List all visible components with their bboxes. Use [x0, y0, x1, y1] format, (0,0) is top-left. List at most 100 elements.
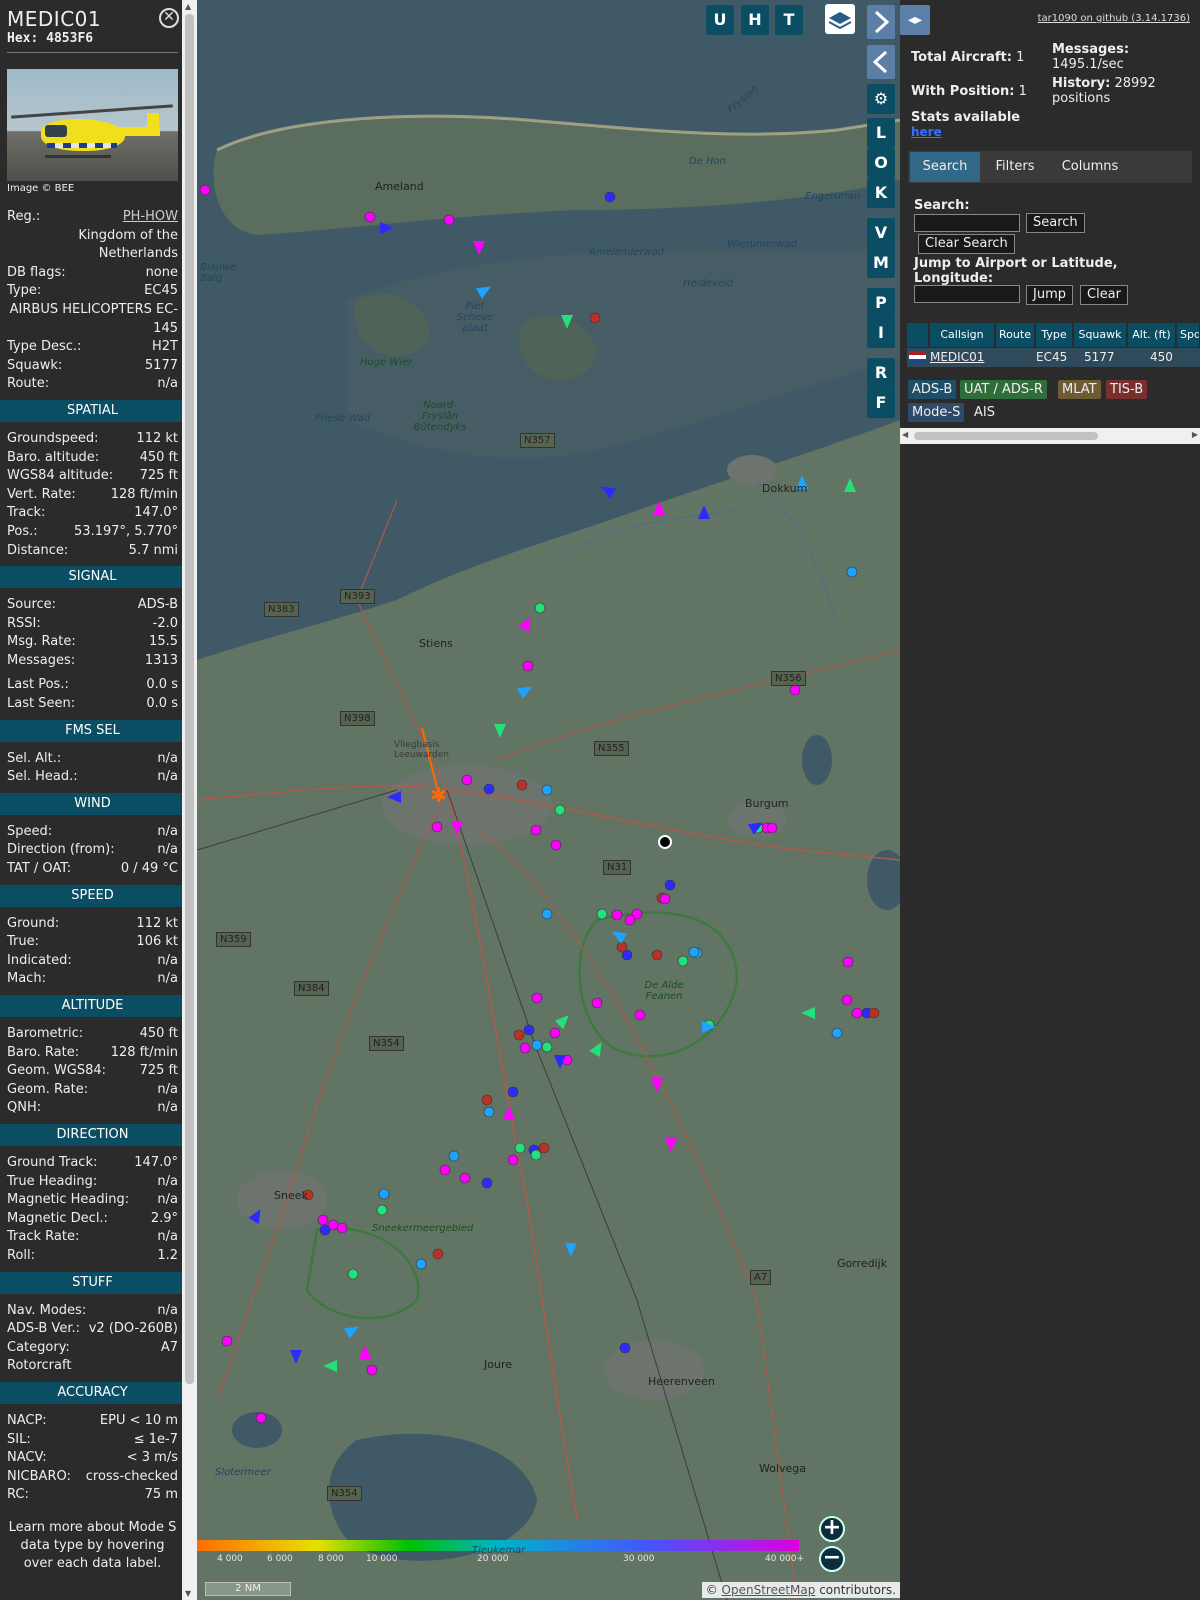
aircraft-direction-marker[interactable] — [665, 1138, 677, 1152]
aircraft-direction-marker[interactable] — [598, 481, 617, 499]
toggle-r-button[interactable]: R — [867, 358, 895, 388]
aircraft-direction-marker[interactable] — [565, 1243, 577, 1257]
row-callsign[interactable]: MEDIC01 — [930, 349, 984, 366]
tab-filters[interactable]: Filters — [984, 152, 1046, 182]
aircraft-history-marker[interactable] — [611, 909, 623, 921]
aircraft-history-marker[interactable] — [347, 1268, 359, 1280]
field-label[interactable]: Nav. Modes: — [7, 1302, 86, 1321]
aircraft-history-marker[interactable] — [459, 1172, 471, 1184]
field-label[interactable]: Track Rate: — [7, 1228, 79, 1247]
field-label[interactable]: Barometric: — [7, 1025, 83, 1044]
source-badge-tis-b[interactable]: TIS-B — [1106, 380, 1148, 399]
aircraft-history-marker[interactable] — [766, 822, 778, 834]
table-scrollbar-thumb[interactable] — [914, 432, 1098, 440]
aircraft-history-marker[interactable] — [541, 784, 553, 796]
aircraft-history-marker[interactable] — [831, 1027, 843, 1039]
field-label[interactable]: Roll: — [7, 1247, 35, 1266]
field-label[interactable]: Geom. Rate: — [7, 1081, 88, 1100]
expand-right-icon[interactable] — [867, 5, 895, 39]
aircraft-history-marker[interactable] — [376, 1204, 388, 1216]
aircraft-history-marker[interactable] — [432, 1248, 444, 1260]
table-horizontal-scrollbar[interactable]: ◀ ▶ — [900, 428, 1200, 444]
aircraft-history-marker[interactable] — [659, 893, 671, 905]
toggle-k-button[interactable]: K — [867, 178, 895, 208]
aircraft-history-marker[interactable] — [513, 1029, 525, 1041]
field-label[interactable]: True Heading: — [7, 1173, 97, 1192]
field-label[interactable]: Track: — [7, 504, 45, 523]
aircraft-history-marker[interactable] — [483, 783, 495, 795]
field-label[interactable]: Last Pos.: — [7, 676, 69, 695]
field-label[interactable]: QNH: — [7, 1099, 41, 1118]
aircraft-history-marker[interactable] — [523, 1024, 535, 1036]
field-label[interactable]: Baro. altitude: — [7, 449, 99, 468]
settings-gear-icon[interactable]: ⚙ — [867, 84, 895, 114]
field-label[interactable]: Source: — [7, 596, 56, 615]
sidebar-scrollbar-thumb[interactable] — [185, 14, 194, 1384]
toggle-sidebar-width-icon[interactable]: ◂▸ — [900, 5, 930, 35]
source-badge-mlat[interactable]: MLAT — [1058, 380, 1101, 399]
sidebar-scrollbar[interactable]: ▲ ▼ — [182, 0, 197, 1600]
table-header-altitude[interactable]: Alt. (ft) — [1128, 323, 1176, 347]
aircraft-history-marker[interactable] — [841, 994, 853, 1006]
field-label[interactable]: Pos.: — [7, 523, 38, 542]
aircraft-history-marker[interactable] — [531, 992, 543, 1004]
aircraft-history-marker[interactable] — [481, 1177, 493, 1189]
aircraft-history-marker[interactable] — [554, 804, 566, 816]
aircraft-direction-marker[interactable] — [359, 1345, 371, 1359]
field-label[interactable]: Magnetic Heading: — [7, 1191, 129, 1210]
toggle-h-button[interactable]: H — [741, 5, 769, 35]
toggle-l-button[interactable]: L — [867, 118, 895, 148]
aircraft-direction-marker[interactable] — [475, 281, 494, 299]
aircraft-direction-marker[interactable] — [653, 501, 665, 515]
field-label[interactable]: Groundspeed: — [7, 430, 98, 449]
aircraft-direction-marker[interactable] — [518, 614, 535, 633]
toggle-i-button[interactable]: I — [867, 318, 895, 348]
jump-button[interactable]: Jump — [1026, 285, 1073, 305]
toggle-u-button[interactable]: U — [706, 5, 734, 35]
aircraft-history-marker[interactable] — [516, 779, 528, 791]
aircraft-history-marker[interactable] — [868, 1007, 880, 1019]
aircraft-history-marker[interactable] — [364, 211, 376, 223]
search-button[interactable]: Search — [1026, 213, 1085, 233]
jump-input[interactable] — [914, 285, 1020, 303]
aircraft-history-marker[interactable] — [461, 774, 473, 786]
aircraft-direction-marker[interactable] — [651, 1078, 663, 1092]
field-label[interactable]: Vert. Rate: — [7, 486, 76, 505]
aircraft-direction-marker[interactable] — [323, 1360, 337, 1372]
aircraft-direction-marker[interactable] — [387, 791, 401, 803]
aircraft-history-marker[interactable] — [531, 1039, 543, 1051]
aircraft-direction-marker[interactable] — [609, 926, 628, 944]
table-header-route[interactable]: Route — [996, 323, 1035, 347]
aircraft-history-marker[interactable] — [846, 566, 858, 578]
field-label[interactable]: Baro. Rate: — [7, 1044, 79, 1063]
toggle-p-button[interactable]: P — [867, 288, 895, 318]
toggle-f-button[interactable]: F — [867, 388, 895, 418]
aircraft-history-marker[interactable] — [448, 1150, 460, 1162]
aircraft-history-marker[interactable] — [550, 839, 562, 851]
aircraft-history-marker[interactable] — [619, 1342, 631, 1354]
collapse-left-icon[interactable] — [867, 45, 895, 79]
aircraft-direction-marker[interactable] — [844, 478, 856, 492]
aircraft-direction-marker[interactable] — [801, 1007, 815, 1019]
table-header-speed[interactable]: Spd — [1177, 323, 1200, 347]
aircraft-history-marker[interactable] — [651, 949, 663, 961]
aircraft-direction-marker[interactable] — [248, 1206, 265, 1225]
aircraft-history-marker[interactable] — [483, 1106, 495, 1118]
aircraft-history-marker[interactable] — [319, 1224, 331, 1236]
map-view[interactable]: Ameland Dokkum Stiens Burgum Sneek Joure… — [197, 0, 900, 1600]
stats-here-link[interactable]: here — [911, 125, 942, 140]
aircraft-history-marker[interactable] — [789, 684, 801, 696]
aircraft-history-marker[interactable] — [514, 1142, 526, 1154]
aircraft-history-marker[interactable] — [688, 946, 700, 958]
aircraft-history-marker[interactable] — [519, 1042, 531, 1054]
aircraft-history-marker[interactable] — [317, 1214, 329, 1226]
field-label[interactable]: True: — [7, 933, 39, 952]
field-label[interactable]: Geom. WGS84: — [7, 1062, 106, 1081]
clear-search-button[interactable]: Clear Search — [918, 234, 1015, 254]
aircraft-history-marker[interactable] — [549, 1027, 561, 1039]
field-label[interactable]: Sel. Alt.: — [7, 750, 61, 769]
toggle-v-button[interactable]: V — [867, 218, 895, 248]
aircraft-history-marker[interactable] — [221, 1335, 233, 1347]
aircraft-direction-marker[interactable] — [290, 1350, 302, 1364]
field-label[interactable]: SIL: — [7, 1431, 31, 1450]
